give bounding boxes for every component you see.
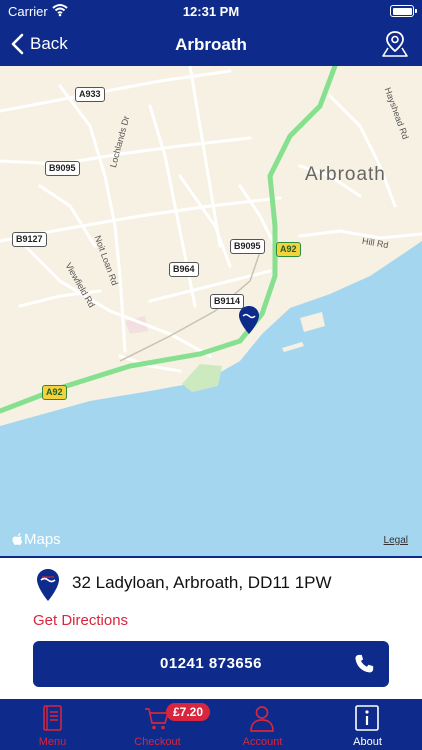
apple-icon [12, 532, 23, 545]
map-pin-button[interactable] [380, 29, 410, 59]
road-label-b9127: B9127 [12, 232, 47, 247]
chevron-left-icon [11, 33, 24, 55]
address-text: 32 Ladyloan, Arbroath, DD11 1PW [72, 573, 332, 592]
tab-about-label: About [353, 736, 382, 748]
tab-menu-label: Menu [38, 736, 67, 748]
legal-link[interactable]: Legal [384, 535, 408, 546]
map-canvas [0, 66, 422, 556]
info-icon [355, 705, 379, 731]
menu-book-icon [43, 705, 62, 731]
status-bar: Carrier 12:31 PM [0, 0, 422, 22]
tab-checkout-label: Checkout [134, 736, 181, 748]
tab-about[interactable]: About [315, 699, 420, 750]
back-label: Back [30, 34, 68, 53]
get-directions-link[interactable]: Get Directions [33, 612, 128, 629]
tab-account-label: Account [242, 736, 283, 748]
road-label-a92-west: A92 [42, 385, 67, 400]
map-view[interactable]: A933 B9095 B9127 B964 B9095 B9114 A92 A9… [0, 66, 422, 556]
phone-icon [355, 654, 374, 673]
cart-total-badge: £7.20 [166, 703, 211, 721]
battery-icon [390, 5, 417, 17]
tab-bar: Menu Checkout £7.20 Account About [0, 699, 422, 750]
back-button[interactable]: Back [10, 31, 68, 57]
restaurant-pin-icon [37, 569, 59, 601]
tab-menu[interactable]: Menu [0, 699, 105, 750]
clock: 12:31 PM [182, 4, 240, 19]
road-label-b9095-west: B9095 [45, 161, 80, 176]
location-pin-icon[interactable] [238, 305, 260, 335]
nav-bar: Back Arbroath [0, 22, 422, 66]
person-icon [250, 706, 274, 732]
call-button[interactable]: 01241 873656 [33, 641, 389, 687]
road-label-a92-east: A92 [276, 242, 301, 257]
town-label: Arbroath [305, 164, 386, 185]
road-label-b964: B964 [169, 262, 199, 277]
maps-label: Maps [24, 531, 61, 548]
road-label-a933: A933 [75, 87, 105, 102]
location-info-panel: 32 Ladyloan, Arbroath, DD11 1PW Get Dire… [0, 556, 422, 699]
maps-attribution: Maps [12, 531, 61, 548]
phone-number: 01241 873656 [160, 655, 262, 672]
tab-account[interactable]: Account [210, 699, 315, 750]
road-label-b9095-east: B9095 [230, 239, 265, 254]
